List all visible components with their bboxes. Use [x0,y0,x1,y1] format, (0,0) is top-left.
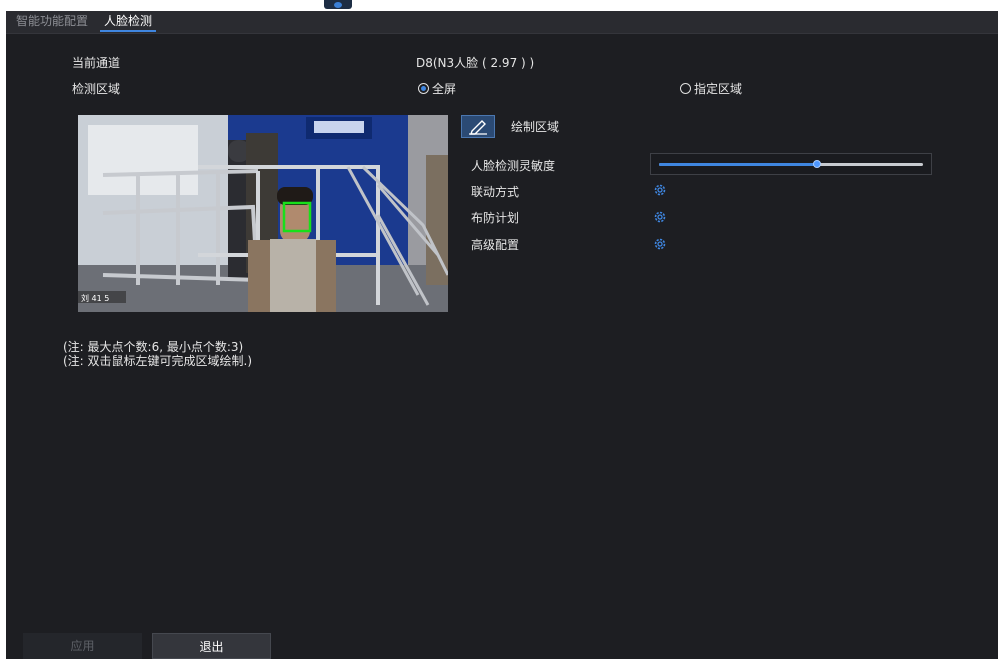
radio-fullscreen-label: 全屏 [432,82,457,96]
channel-value: D8(N3人脸 ( 2.97 ) ) [416,56,535,70]
sensitivity-slider[interactable] [650,153,932,175]
schedule-gear-icon[interactable] [653,210,667,224]
linkage-label: 联动方式 [471,185,520,199]
camera-preview-image: 刘 41 5 [78,115,448,312]
slider-thumb[interactable] [813,160,822,168]
advanced-gear-icon[interactable] [653,237,667,251]
tab-face-detection[interactable]: 人脸检测 [100,11,157,32]
linkage-gear-icon[interactable] [653,183,667,197]
top-strip [0,0,998,11]
channel-label: 当前通道 [72,56,121,70]
radio-specified-area[interactable]: 指定区域 [680,80,742,97]
note-double-click: (注: 双击鼠标左键可完成区域绘制.) [63,354,253,368]
radio-specified-area-label: 指定区域 [694,82,743,96]
slider-fill [659,163,818,166]
detection-area-label: 检测区域 [72,82,121,96]
sensitivity-label: 人脸检测灵敏度 [471,159,556,173]
tab-bar: 智能功能配置 人脸检测 [6,11,998,34]
apply-button[interactable]: 应用 [23,633,142,659]
radio-checked-icon [418,83,429,94]
face-detection-window: 智能功能配置 人脸检测 当前通道 D8(N3人脸 ( 2.97 ) ) 检测区域… [6,11,998,659]
camera-preview[interactable]: 刘 41 5 [78,115,448,312]
exit-button[interactable]: 退出 [152,633,271,659]
schedule-label: 布防计划 [471,211,520,225]
pencil-icon [469,119,487,135]
draw-area-label: 绘制区域 [511,120,560,134]
advanced-label: 高级配置 [471,238,520,252]
radio-fullscreen[interactable]: 全屏 [418,80,456,97]
tab-smart-function-config[interactable]: 智能功能配置 [14,11,90,32]
draw-area-button[interactable] [461,115,495,138]
app-logo-icon [324,0,352,9]
video-overlay-text: 刘 41 5 [81,293,109,303]
radio-unchecked-icon [680,83,691,94]
